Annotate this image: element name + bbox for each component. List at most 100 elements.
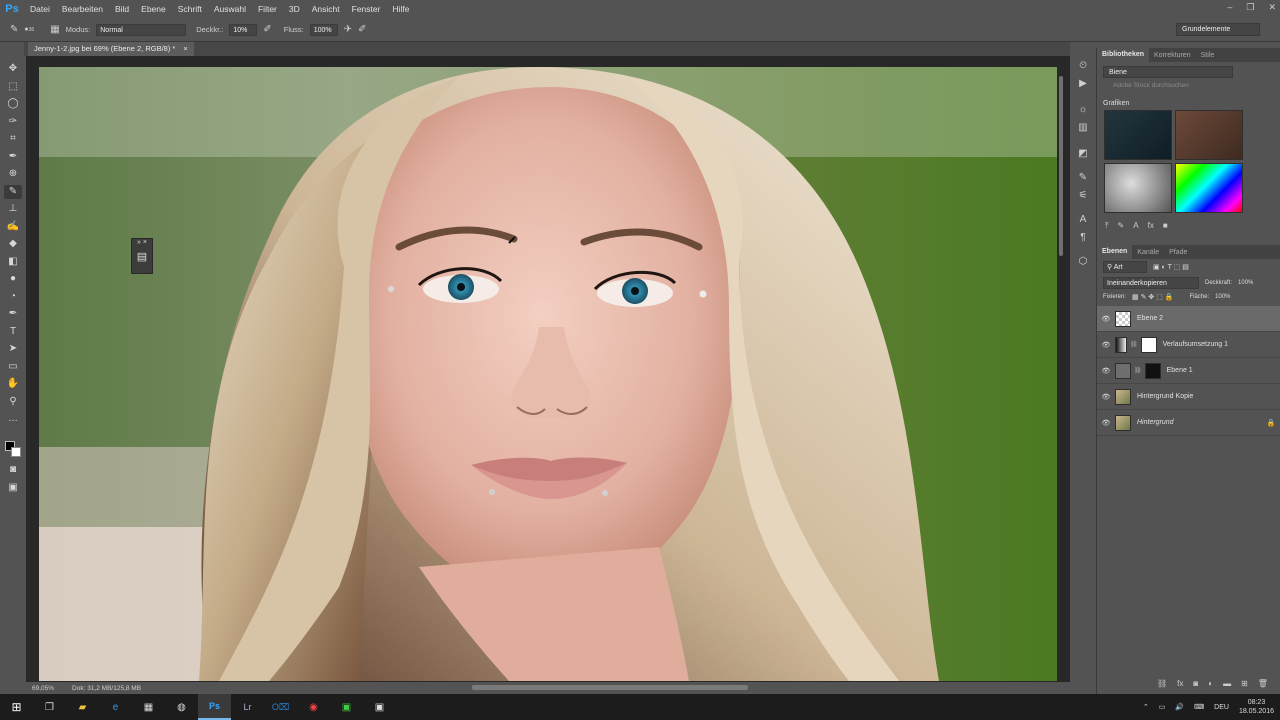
link-layers-icon[interactable]: ⛓ (1157, 679, 1167, 688)
menu-3d[interactable]: 3D (283, 4, 306, 14)
brush-preset-picker[interactable]: ●36 (24, 26, 34, 33)
layer-name[interactable]: Hintergrund (1134, 419, 1262, 426)
zoom-level[interactable]: 69,05% (32, 685, 54, 692)
stamp-tool-icon[interactable]: ⊥ (4, 202, 22, 217)
move-tool-icon[interactable]: ✥ (4, 62, 22, 77)
eraser-tool-icon[interactable]: ◆ (4, 237, 22, 252)
gradient-tool-icon[interactable]: ◧ (4, 255, 22, 270)
quick-select-tool-icon[interactable]: ✑ (4, 115, 22, 130)
tab-styles[interactable]: Stile (1196, 52, 1220, 59)
layer-row[interactable]: 👁 ⛓ Ebene 1 (1097, 358, 1280, 384)
visibility-eye-icon[interactable]: 👁 (1097, 393, 1115, 401)
collapse-icon[interactable]: » × (132, 239, 152, 246)
menu-bearbeiten[interactable]: Bearbeiten (56, 4, 109, 14)
blur-tool-icon[interactable]: ● (4, 272, 22, 287)
layer-name[interactable]: Hintergrund Kopie (1134, 393, 1280, 400)
app-icon[interactable]: ◍ (165, 694, 198, 720)
properties-icon[interactable]: ⚟ (1079, 190, 1088, 201)
menu-fenster[interactable]: Fenster (346, 4, 387, 14)
menu-ebene[interactable]: Ebene (135, 4, 172, 14)
filter-pixel-icon[interactable]: ▣ ◐ T ⬚ ▤ (1153, 263, 1189, 271)
lasso-tool-icon[interactable]: ◯ (4, 97, 22, 112)
keyboard-icon[interactable]: ⌨ (1194, 703, 1204, 711)
paragraph-icon[interactable]: ¶ (1080, 232, 1085, 243)
screen-mode-icon[interactable]: ▣ (4, 481, 22, 496)
pressure-size-icon[interactable]: ✐ (358, 24, 366, 35)
properties-icon[interactable]: ▤ (132, 250, 152, 263)
tab-libraries[interactable]: Bibliotheken (1097, 48, 1150, 62)
camtasia-icon[interactable]: ▣ (330, 694, 363, 720)
menu-datei[interactable]: Datei (24, 4, 56, 14)
brush-settings-icon[interactable]: ✎ (1079, 172, 1087, 183)
opacity-field[interactable]: 10% (229, 23, 258, 36)
tab-paths[interactable]: Pfade (1164, 249, 1192, 256)
tab-channels[interactable]: Kanäle (1132, 249, 1164, 256)
background-color-swatch[interactable] (11, 447, 21, 457)
new-adjustment-icon[interactable]: ◐ (1208, 679, 1213, 688)
menu-ansicht[interactable]: Ansicht (306, 4, 346, 14)
outlook-icon[interactable]: O⌧ (264, 694, 297, 720)
layer-filter-select[interactable]: ⚲ Art (1103, 261, 1147, 273)
fill-value[interactable]: 100% (1215, 294, 1230, 300)
layer-style-icon[interactable]: fx (1177, 679, 1183, 688)
marquee-tool-icon[interactable]: ⬚ (4, 80, 22, 95)
layer-row[interactable]: 👁 Hintergrund Kopie (1097, 384, 1280, 410)
layer-opacity-value[interactable]: 100% (1238, 280, 1253, 286)
dodge-tool-icon[interactable]: ◔ (4, 290, 22, 305)
path-select-tool-icon[interactable]: ➤ (4, 342, 22, 357)
type-tool-icon[interactable]: T (4, 325, 22, 340)
language-indicator[interactable]: DEU (1214, 704, 1229, 711)
add-style-icon[interactable]: fx (1148, 221, 1154, 231)
library-select[interactable]: Biene (1103, 66, 1233, 78)
quick-mask-icon[interactable]: ◙ (4, 463, 22, 478)
floating-mini-panel[interactable]: » × ▤ (131, 238, 153, 274)
layer-name[interactable]: Ebene 1 (1164, 367, 1280, 374)
stock-search-input[interactable]: Adobe Stock durchsuchen (1103, 82, 1274, 93)
pressure-opacity-icon[interactable]: ✐ (263, 24, 271, 35)
menu-bild[interactable]: Bild (109, 4, 135, 14)
photoshop-taskbar-icon[interactable]: Ps (198, 694, 231, 720)
swatches-icon[interactable]: ◩ (1078, 148, 1087, 159)
chrome-icon[interactable]: ◉ (297, 694, 330, 720)
clock[interactable]: 08:23 18.05.2016 (1239, 698, 1274, 716)
lightroom-icon[interactable]: Lr (231, 694, 264, 720)
layer-name[interactable]: Verlaufsumsetzung 1 (1160, 341, 1280, 348)
character-icon[interactable]: A (1080, 214, 1087, 225)
mode-select[interactable]: Normal (96, 23, 187, 36)
library-item-colors[interactable] (1175, 163, 1243, 213)
layer-row[interactable]: 👁 Hintergrund 🔒 (1097, 410, 1280, 436)
brush-tool-icon[interactable]: ✎ (4, 184, 22, 199)
upload-icon[interactable]: ⤒ (1105, 221, 1109, 231)
history-icon[interactable]: ⏲ (1079, 60, 1087, 71)
library-item-logo[interactable] (1104, 110, 1172, 160)
layer-row[interactable]: 👁 ⛓ Verlaufsumsetzung 1 (1097, 332, 1280, 358)
blend-mode-select[interactable]: Ineinanderkopieren (1103, 277, 1199, 289)
workspace-select[interactable]: Grundelemente (1176, 23, 1260, 36)
pen-tool-icon[interactable]: ✒ (4, 307, 22, 322)
flow-field[interactable]: 100% (309, 23, 338, 36)
brush-tool-icon[interactable]: ✎ (10, 24, 18, 35)
task-view-icon[interactable]: ❐ (33, 694, 66, 720)
visibility-eye-icon[interactable]: 👁 (1097, 341, 1115, 349)
eyedropper-tool-icon[interactable]: ✒ (4, 150, 22, 165)
visibility-eye-icon[interactable]: 👁 (1097, 419, 1115, 427)
brush-panel-icon[interactable]: ▦ (50, 24, 59, 35)
document-tab[interactable]: Jenny-1-2.jpg bei 69% (Ebene 2, RGB/8) *… (28, 42, 194, 56)
history-brush-icon[interactable]: ✍ (4, 220, 22, 235)
maximize-icon[interactable]: ❐ (1246, 2, 1254, 13)
visibility-eye-icon[interactable]: 👁 (1097, 367, 1115, 375)
network-icon[interactable]: ▭ (1159, 703, 1166, 711)
adjust-icon[interactable]: ☼ (1078, 104, 1087, 115)
edge-icon[interactable]: e (99, 694, 132, 720)
menu-filter[interactable]: Filter (252, 4, 283, 14)
recorder-icon[interactable]: ▣ (363, 694, 396, 720)
lock-icon[interactable]: 🔒 (1262, 419, 1280, 427)
shape-tool-icon[interactable]: ▭ (4, 360, 22, 375)
library-item-clouds[interactable] (1104, 163, 1172, 213)
menu-hilfe[interactable]: Hilfe (386, 4, 415, 14)
add-text-icon[interactable]: A (1133, 221, 1138, 231)
file-explorer-icon[interactable]: ▰ (66, 694, 99, 720)
layer-name[interactable]: Ebene 2 (1134, 315, 1280, 322)
hand-tool-icon[interactable]: ✋ (4, 377, 22, 392)
minimize-icon[interactable]: – (1227, 2, 1232, 13)
